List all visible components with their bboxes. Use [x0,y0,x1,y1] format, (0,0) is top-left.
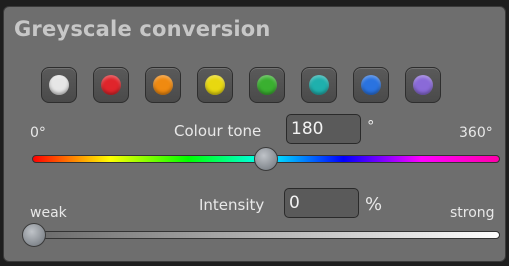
blue-dot-icon [361,75,381,95]
swatch-red[interactable] [93,67,129,103]
colour-tone-unit: ° [367,117,375,135]
color-swatch-row [41,67,441,103]
colour-tone-input[interactable]: 180 [286,114,361,144]
greyscale-conversion-panel: Greyscale conversion 0° Colour tone 180 … [3,6,506,262]
green-dot-icon [257,75,277,95]
intensity-unit: % [365,194,383,215]
swatch-yellow[interactable] [197,67,233,103]
intensity-max-label: strong [450,205,495,221]
red-dot-icon [101,75,121,95]
orange-dot-icon [153,75,173,95]
colour-tone-label: Colour tone [174,122,262,140]
intensity-input[interactable]: 0 [284,188,359,218]
swatch-green[interactable] [249,67,285,103]
white-dot-icon [49,75,69,95]
intensity-slider-track[interactable] [34,231,500,239]
swatch-purple[interactable] [405,67,441,103]
swatch-blue[interactable] [353,67,389,103]
intensity-min-label: weak [30,205,67,221]
colour-tone-slider-thumb[interactable] [254,147,278,171]
panel-title: Greyscale conversion [14,17,271,41]
colour-tone-max-label: 360° [459,125,493,141]
swatch-cyan[interactable] [301,67,337,103]
intensity-slider-thumb[interactable] [22,223,46,247]
intensity-label: Intensity [199,196,265,214]
purple-dot-icon [413,75,433,95]
yellow-dot-icon [205,75,225,95]
swatch-orange[interactable] [145,67,181,103]
colour-tone-min-label: 0° [30,125,46,141]
swatch-white[interactable] [41,67,77,103]
cyan-dot-icon [309,75,329,95]
